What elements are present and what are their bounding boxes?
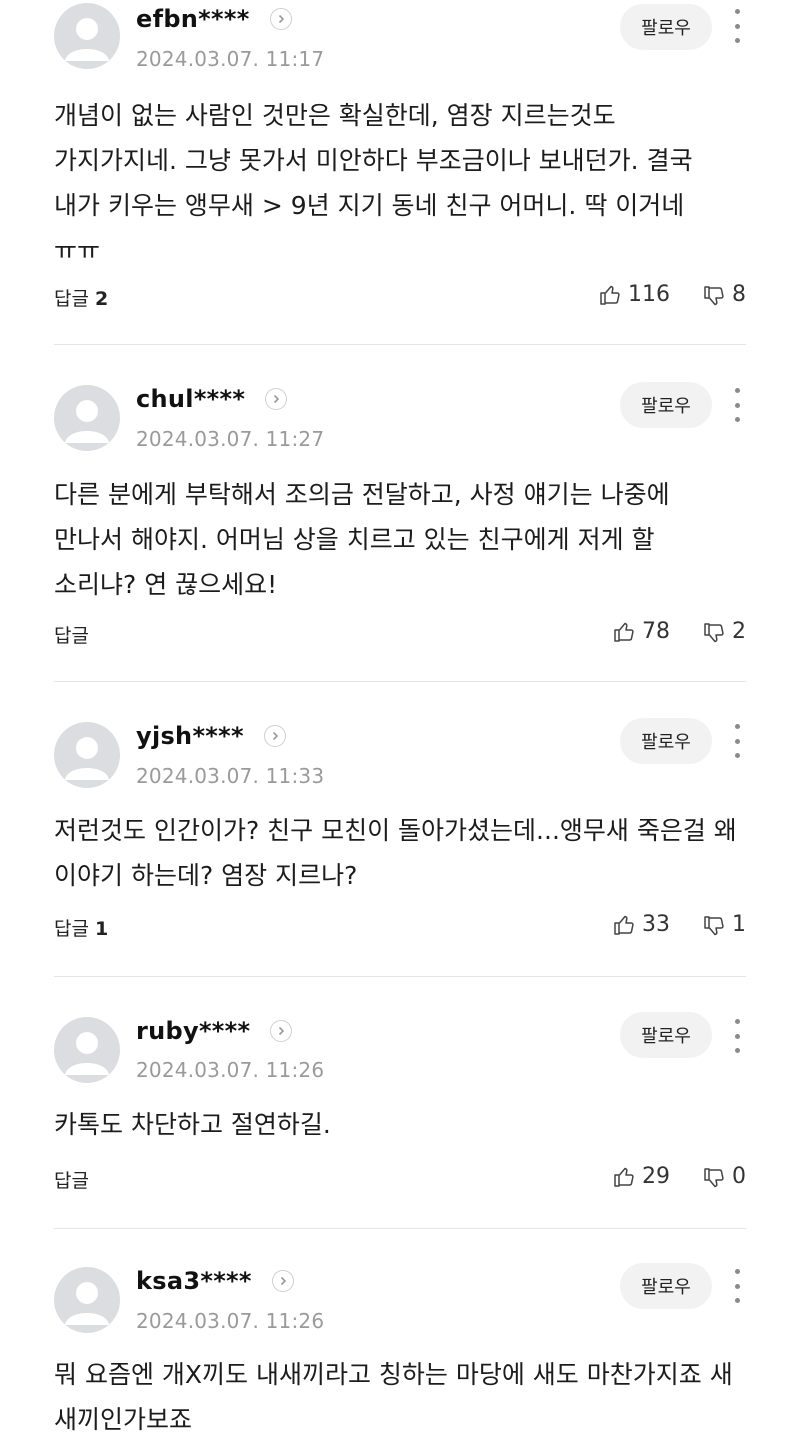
default-user-icon: [65, 1032, 109, 1075]
thumbs-down-icon: [704, 285, 724, 305]
avatar[interactable]: [54, 1267, 120, 1333]
default-user-icon: [65, 1282, 109, 1325]
comment-date: 2024.03.07. 11:17: [136, 47, 325, 71]
vote-bar: 116 8: [598, 282, 746, 307]
profile-arrow-icon[interactable]: [270, 1020, 293, 1042]
follow-button[interactable]: 팔로우: [620, 4, 712, 50]
like-count: 29: [642, 1164, 670, 1189]
reply-label: 답글: [54, 288, 89, 310]
thumbs-down-icon: [704, 1167, 724, 1187]
like-button[interactable]: 33: [612, 912, 670, 937]
avatar[interactable]: [54, 722, 120, 788]
comment-text: 다른 분에게 부탁해서 조의금 전달하고, 사정 얘기는 나중에 만나서 해야지…: [54, 480, 670, 599]
dislike-button[interactable]: 0: [702, 1164, 746, 1189]
dislike-button[interactable]: 1: [702, 912, 746, 937]
reply-button[interactable]: 답글 1: [54, 914, 108, 941]
profile-arrow-icon[interactable]: [263, 725, 286, 747]
like-button[interactable]: 116: [598, 282, 670, 307]
dislike-count: 8: [732, 282, 746, 307]
dislike-count: 2: [732, 619, 746, 644]
comment-item: ksa3**** 2024.03.07. 11:26 팔로우 뭐 요즘엔 개X끼…: [0, 1229, 800, 1445]
avatar[interactable]: [54, 385, 120, 451]
thumbs-up-icon: [600, 285, 620, 305]
dislike-button[interactable]: 8: [702, 282, 746, 307]
avatar[interactable]: [54, 3, 120, 69]
nickname[interactable]: ruby****: [136, 1017, 250, 1045]
like-count: 116: [628, 282, 670, 307]
reply-count: 1: [94, 918, 109, 940]
comment-text: 개념이 없는 사람인 것만은 확실한데, 염장 지르는것도 가지가지네. 그냥 …: [54, 101, 693, 265]
comment-list: efbn**** 2024.03.07. 11:17 팔로우 개념이 없는 사람…: [0, 0, 800, 1445]
thumbs-up-icon: [614, 915, 634, 935]
dislike-button[interactable]: 2: [702, 619, 746, 644]
like-button[interactable]: 29: [612, 1164, 670, 1189]
reply-button[interactable]: 답글: [54, 621, 95, 648]
like-count: 33: [642, 912, 670, 937]
more-options-icon[interactable]: [730, 1269, 744, 1303]
comment-date: 2024.03.07. 11:26: [136, 1309, 325, 1333]
nickname[interactable]: chul****: [136, 385, 245, 413]
profile-arrow-icon[interactable]: [271, 1270, 294, 1292]
follow-button[interactable]: 팔로우: [620, 1012, 712, 1058]
comment-text: 카톡도 차단하고 절연하길.: [54, 1110, 331, 1139]
reply-label: 답글: [54, 1170, 89, 1192]
comment-date: 2024.03.07. 11:33: [136, 764, 325, 788]
like-button[interactable]: 78: [612, 619, 670, 644]
comment-date: 2024.03.07. 11:26: [136, 1058, 325, 1082]
default-user-icon: [65, 737, 109, 780]
dislike-count: 0: [732, 1164, 746, 1189]
profile-arrow-icon[interactable]: [269, 8, 292, 30]
vote-bar: 33 1: [612, 912, 746, 937]
like-count: 78: [642, 619, 670, 644]
default-user-icon: [65, 18, 109, 61]
reply-button[interactable]: 답글: [54, 1166, 95, 1193]
follow-button[interactable]: 팔로우: [620, 718, 712, 764]
comment-text: 뭐 요즘엔 개X끼도 내새끼라고 칭하는 마당에 새도 마찬가지죠 새 새끼인가…: [54, 1360, 733, 1434]
default-user-icon: [65, 400, 109, 443]
thumbs-up-icon: [614, 622, 634, 642]
follow-button[interactable]: 팔로우: [620, 382, 712, 428]
comment-text: 저런것도 인간이가? 친구 모친이 돌아가셨는데...앵무새 죽은걸 왜 이야기…: [54, 816, 737, 890]
profile-arrow-icon[interactable]: [265, 388, 288, 410]
vote-bar: 29 0: [612, 1164, 746, 1189]
nickname[interactable]: efbn****: [136, 5, 250, 33]
more-options-icon[interactable]: [730, 1019, 744, 1053]
nickname[interactable]: ksa3****: [136, 1267, 252, 1295]
reply-label: 답글: [54, 918, 89, 940]
avatar[interactable]: [54, 1017, 120, 1083]
thumbs-down-icon: [704, 622, 724, 642]
dislike-count: 1: [732, 912, 746, 937]
follow-button[interactable]: 팔로우: [620, 1263, 712, 1309]
more-options-icon[interactable]: [730, 9, 744, 43]
vote-bar: 78 2: [612, 619, 746, 644]
nickname[interactable]: yjsh****: [136, 722, 244, 750]
more-options-icon[interactable]: [730, 388, 744, 422]
more-options-icon[interactable]: [730, 724, 744, 758]
reply-label: 답글: [54, 625, 89, 647]
reply-count: 2: [94, 288, 109, 310]
comment-date: 2024.03.07. 11:27: [136, 427, 325, 451]
reply-button[interactable]: 답글 2: [54, 284, 108, 311]
thumbs-up-icon: [614, 1167, 634, 1187]
comment-item: efbn**** 2024.03.07. 11:17 팔로우 개념이 없는 사람…: [0, 0, 800, 345]
comment-item: yjsh**** 2024.03.07. 11:33 팔로우 저런것도 인간이가…: [0, 682, 800, 977]
comment-item: ruby**** 2024.03.07. 11:26 팔로우 카톡도 차단하고 …: [0, 977, 800, 1229]
comment-item: chul**** 2024.03.07. 11:27 팔로우 다른 분에게 부탁…: [0, 345, 800, 682]
thumbs-down-icon: [704, 915, 724, 935]
